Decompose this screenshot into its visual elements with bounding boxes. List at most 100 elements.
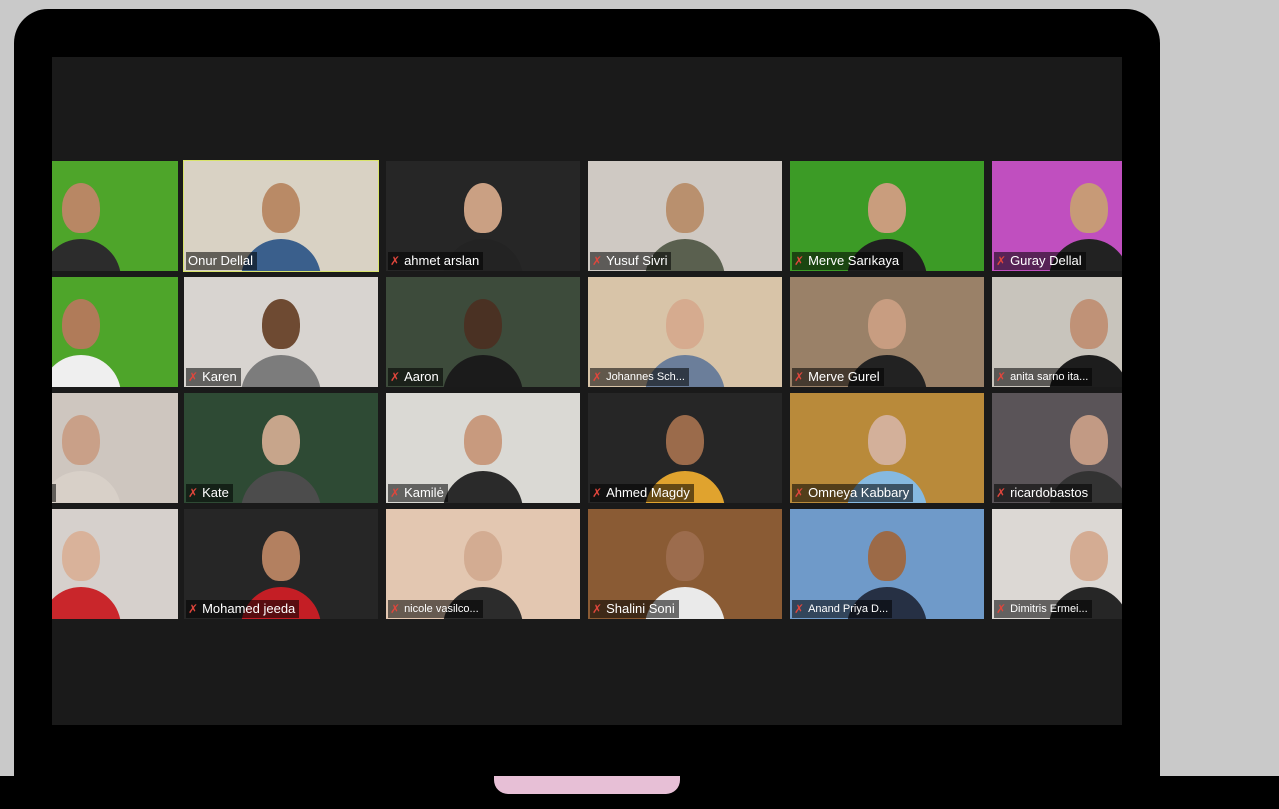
participant-face [262, 531, 300, 581]
participant-face [262, 183, 300, 233]
participant-name-label: ✗ ahmet arslan [388, 252, 484, 270]
participant-name-label: ✗ Shalini Soni [590, 600, 679, 618]
mic-muted-icon: ✗ [996, 370, 1007, 384]
mic-muted-icon: ✗ [592, 486, 603, 500]
participant-tile[interactable]: ✗ Johannes Sch... [588, 277, 782, 387]
participant-face [666, 183, 704, 233]
participant-tile[interactable] [52, 509, 178, 619]
participant-name: Merve Gurel [808, 369, 880, 384]
participant-name: Dimitris Ermei... [1010, 603, 1088, 615]
participant-tile[interactable]: ✗ Dimitris Ermei... [992, 509, 1122, 619]
participant-name: Ahmed Magdy [606, 485, 690, 500]
participant-name: Guray Dellal [1010, 253, 1082, 268]
participant-name: Karen [202, 369, 237, 384]
participant-tile[interactable]: ✗ ahmet arslan [386, 161, 580, 271]
participant-tile[interactable]: ✗ Merve Sarıkaya [790, 161, 984, 271]
participant-name: Johannes Sch... [606, 371, 685, 383]
participant-gallery: t Donan...Onur Dellal✗ahmet arslan✗Yusuf… [52, 57, 1122, 725]
participant-face [1070, 415, 1108, 465]
participant-name: Aaron [404, 369, 439, 384]
participant-face [868, 415, 906, 465]
participant-name-label: ✗ Aaron [388, 368, 443, 386]
participant-face [868, 299, 906, 349]
participant-name: Mohamed jeeda [202, 601, 296, 616]
participant-name-label: Cardoso ... [52, 484, 56, 502]
participant-name-label: ✗ Mohamed jeeda [186, 600, 300, 618]
participant-name-label: ✗ Merve Gurel [792, 368, 884, 386]
participant-face [1070, 299, 1108, 349]
mic-muted-icon: ✗ [996, 486, 1007, 500]
participant-name-label: ✗ Karen [186, 368, 241, 386]
participant-name-label: ✗ Merve Sarıkaya [792, 252, 904, 270]
participant-tile[interactable]: t Donan... [52, 161, 178, 271]
participant-tile[interactable]: ✗ nicole vasilco... [386, 509, 580, 619]
participant-tile[interactable]: ✗ anita sarno ita... [992, 277, 1122, 387]
participant-name-label: ✗ Dimitris Ermei... [994, 600, 1092, 618]
participant-name: Omneya Kabbary [808, 485, 910, 500]
participant-name-label: ✗ Ahmed Magdy [590, 484, 694, 502]
participant-tile[interactable]: ✗ Omneya Kabbary [790, 393, 984, 503]
participant-tile[interactable]: ✗ Anand Priya D... [790, 509, 984, 619]
participant-name-label: ✗ Yusuf Sivri [590, 252, 672, 270]
participant-name-label: ✗ Johannes Sch... [590, 368, 689, 386]
participant-tile[interactable]: ✗ Kamilė [386, 393, 580, 503]
participant-name-label: ✗ Kate [186, 484, 233, 502]
participant-face [464, 183, 502, 233]
mic-muted-icon: ✗ [996, 602, 1007, 616]
participant-name: Yusuf Sivri [606, 253, 668, 268]
participant-name: Kamilė [404, 485, 444, 500]
participant-name-label: Onur Dellal [186, 252, 258, 270]
mic-muted-icon: ✗ [794, 602, 805, 616]
laptop-notch [494, 776, 680, 794]
participant-face [868, 183, 906, 233]
participant-tile[interactable]: Onur Dellal [183, 160, 379, 272]
participant-tile[interactable]: ✗ Guray Dellal [992, 161, 1122, 271]
mic-muted-icon: ✗ [188, 370, 199, 384]
participant-name-label: ✗ nicole vasilco... [388, 600, 483, 618]
participant-name: Kate [202, 485, 229, 500]
video-call-screen: t Donan...Onur Dellal✗ahmet arslan✗Yusuf… [52, 57, 1122, 725]
participant-tile[interactable]: ✗ Shalini Soni [588, 509, 782, 619]
participant-name-label: ✗ Anand Priya D... [792, 600, 893, 618]
participant-face [464, 531, 502, 581]
participant-name: Onur Dellal [188, 253, 254, 268]
participant-tile[interactable]: lçın [52, 277, 178, 387]
participant-face [1070, 531, 1108, 581]
participant-name: ricardobastos [1010, 485, 1089, 500]
participant-name: ahmet arslan [404, 253, 480, 268]
participant-tile[interactable]: ✗ Karen [184, 277, 378, 387]
participant-face [62, 415, 100, 465]
participant-tile[interactable]: ✗ Mohamed jeeda [184, 509, 378, 619]
participant-name-label: ✗ Guray Dellal [994, 252, 1086, 270]
participant-name: Anand Priya D... [808, 603, 889, 615]
participant-name: Shalini Soni [606, 601, 675, 616]
participant-name: nicole vasilco... [404, 603, 479, 615]
participant-tile[interactable]: ✗ Ahmed Magdy [588, 393, 782, 503]
mic-muted-icon: ✗ [794, 486, 805, 500]
mic-muted-icon: ✗ [188, 486, 199, 500]
participant-tile[interactable]: ✗ Kate [184, 393, 378, 503]
participant-face [868, 531, 906, 581]
participant-name-label: ✗ anita sarno ita... [994, 368, 1093, 386]
participant-name-label: ✗ Kamilė [388, 484, 448, 502]
participant-face [62, 183, 100, 233]
participant-name-label: ✗ ricardobastos [994, 484, 1093, 502]
mic-muted-icon: ✗ [794, 254, 805, 268]
participant-tile[interactable]: Cardoso ... [52, 393, 178, 503]
mic-muted-icon: ✗ [390, 486, 401, 500]
participant-tile[interactable]: ✗ ricardobastos [992, 393, 1122, 503]
participant-face [464, 299, 502, 349]
participant-tile[interactable]: ✗ Yusuf Sivri [588, 161, 782, 271]
mic-muted-icon: ✗ [390, 254, 401, 268]
participant-tile[interactable]: ✗ Aaron [386, 277, 580, 387]
participant-face [62, 299, 100, 349]
participant-name: anita sarno ita... [1010, 371, 1089, 383]
mic-muted-icon: ✗ [592, 254, 603, 268]
participant-tile[interactable]: ✗ Merve Gurel [790, 277, 984, 387]
participant-face [62, 531, 100, 581]
mic-muted-icon: ✗ [592, 370, 603, 384]
participant-face [1070, 183, 1108, 233]
participant-face [666, 531, 704, 581]
participant-face [262, 415, 300, 465]
mic-muted-icon: ✗ [390, 370, 401, 384]
